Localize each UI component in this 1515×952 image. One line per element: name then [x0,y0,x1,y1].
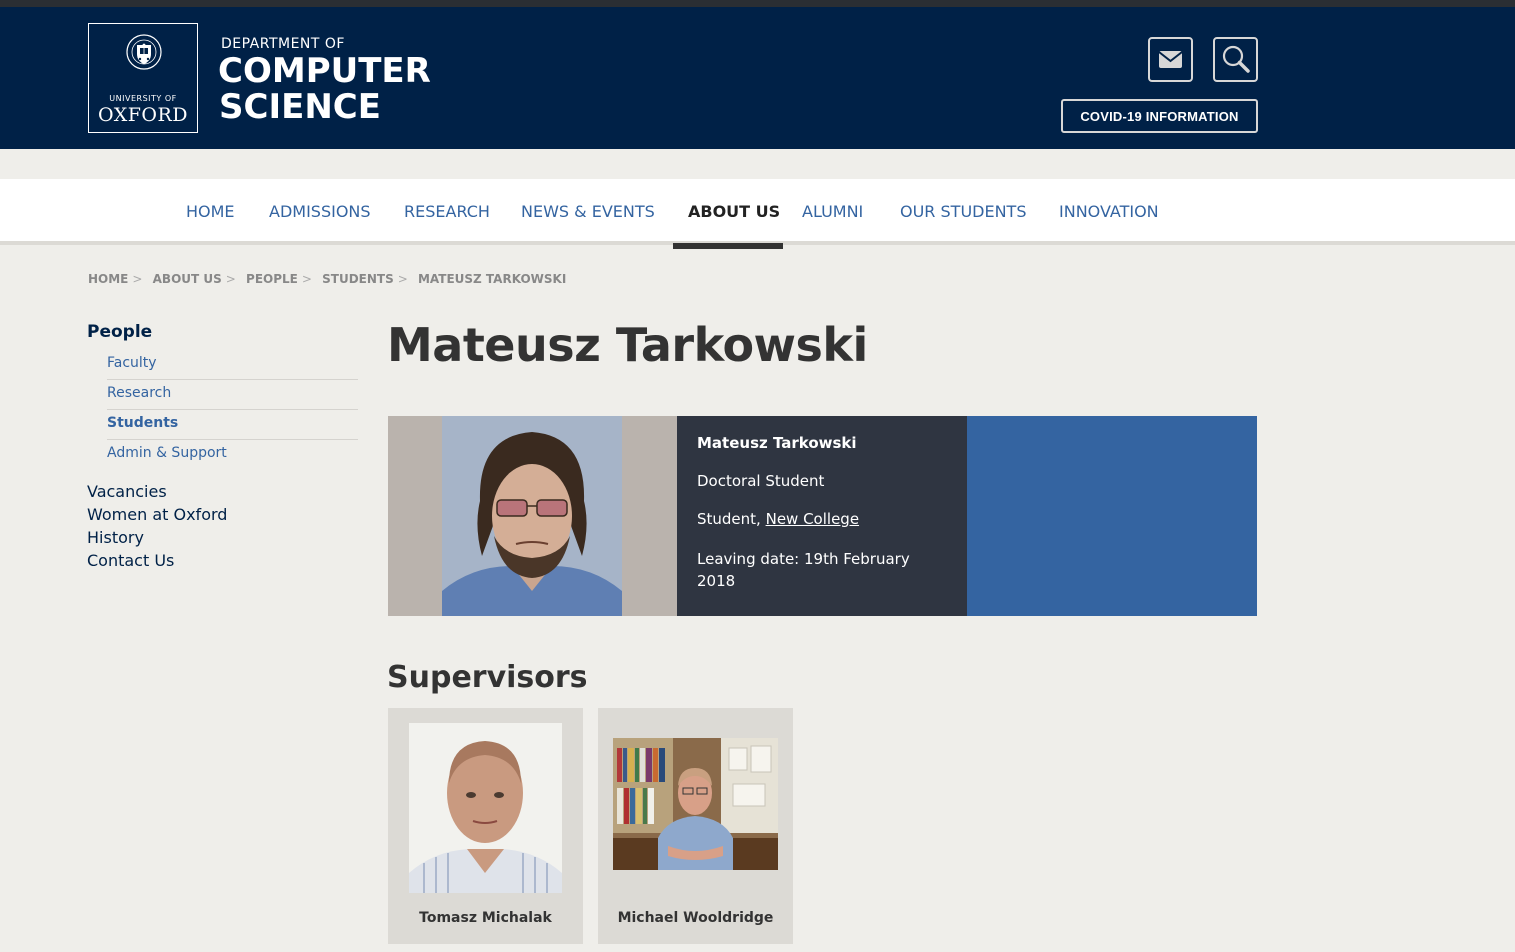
nav-alumni[interactable]: ALUMNI [802,179,863,245]
nav-home[interactable]: HOME [186,179,235,245]
nav-news-events[interactable]: NEWS & EVENTS [521,179,655,245]
supervisor-name[interactable]: Tomasz Michalak [388,910,583,926]
college-link[interactable]: New College [766,510,859,528]
sidebar-link-contact-us[interactable]: Contact Us [87,551,174,570]
main-nav: HOME ADMISSIONS RESEARCH NEWS & EVENTS A… [0,179,1515,245]
nav-innovation[interactable]: INNOVATION [1059,179,1159,245]
nav-active-indicator [673,243,783,249]
breadcrumb-separator: > [301,272,312,286]
search-button[interactable] [1213,37,1258,82]
sidebar-heading[interactable]: People [87,322,152,342]
oxford-logo[interactable]: UNIVERSITY OF OXFORD [88,23,198,133]
envelope-icon [1158,51,1183,68]
page-title: Mateusz Tarkowski [387,318,868,372]
breadcrumb: HOME > ABOUT US > PEOPLE > STUDENTS > MATEUS… [88,272,570,286]
supervisor-card[interactable]: Tomasz Michalak [388,708,583,944]
breadcrumb-about-us[interactable]: ABOUT US [153,272,222,286]
logo-university-of: UNIVERSITY OF [109,94,177,103]
magnifier-icon [1222,45,1250,73]
site-header: UNIVERSITY OF OXFORD DEPARTMENT OF COMPU… [0,7,1515,149]
profile-leaving-date: Leaving date: 19th February 2018 [697,550,910,590]
science-text: SCIENCE [219,87,381,127]
computer-text: COMPUTER [218,51,431,91]
nav-research[interactable]: RESEARCH [404,179,490,245]
profile-name: Mateusz Tarkowski [697,434,857,452]
supervisor-card[interactable]: Michael Wooldridge [598,708,793,944]
sidebar-item-faculty[interactable]: Faculty [107,350,358,380]
covid-info-button[interactable]: COVID-19 INFORMATION [1061,99,1258,133]
sidebar-link-women-at-oxford[interactable]: Women at Oxford [87,505,227,524]
logo-oxford: OXFORD [97,104,189,126]
department-of-text: DEPARTMENT OF [221,36,345,52]
supervisor-photo [409,723,562,893]
sidebar-item-admin-support[interactable]: Admin & Support [107,440,358,470]
profile-photo-panel [388,416,677,616]
breadcrumb-people[interactable]: PEOPLE [246,272,298,286]
oxford-crest-icon [126,34,162,70]
breadcrumb-separator: > [225,272,236,286]
breadcrumb-students[interactable]: STUDENTS [322,272,394,286]
profile-role: Doctoral Student [697,472,825,490]
profile-photo [442,416,622,616]
sidebar-link-vacancies[interactable]: Vacancies [87,482,167,501]
supervisors-heading: Supervisors [387,660,588,695]
sidebar-link-history[interactable]: History [87,528,144,547]
breadcrumb-separator: > [132,272,143,286]
breadcrumb-separator: > [397,272,408,286]
breadcrumb-current: MATEUSZ TARKOWSKI [417,272,567,286]
profile-blue-panel [967,416,1257,616]
college-prefix: Student, [697,510,766,528]
profile-college: Student, New College [697,510,859,528]
sidebar-item-students[interactable]: Students [107,410,358,440]
nav-admissions[interactable]: ADMISSIONS [269,179,371,245]
profile-info-panel: Mateusz Tarkowski Doctoral Student Stude… [677,416,967,616]
breadcrumb-home[interactable]: HOME [88,272,128,286]
top-strip [0,0,1515,7]
email-button[interactable] [1148,37,1193,82]
nav-our-students[interactable]: OUR STUDENTS [900,179,1026,245]
supervisor-photo [613,738,778,870]
nav-about-us[interactable]: ABOUT US [688,179,780,245]
sidebar-item-research[interactable]: Research [107,380,358,410]
supervisor-name[interactable]: Michael Wooldridge [598,910,793,926]
